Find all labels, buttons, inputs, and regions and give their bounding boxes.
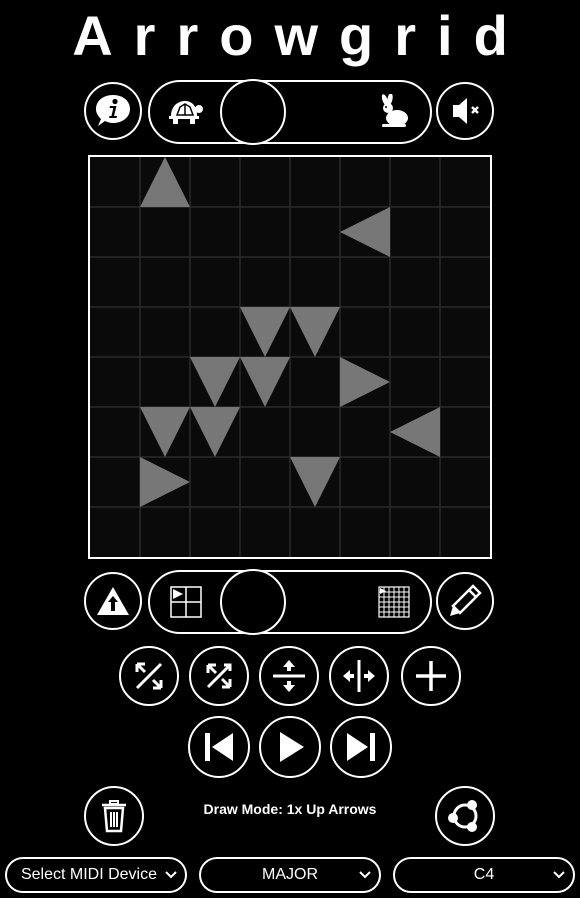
play-button[interactable] [259, 716, 321, 778]
rabbit-icon [381, 94, 408, 127]
mute-button[interactable] [436, 82, 494, 140]
small-grid-icon [170, 586, 202, 618]
scale-select-value: MAJOR [262, 866, 318, 883]
turtle-icon [169, 101, 203, 124]
large-grid-icon [378, 586, 410, 618]
play-icon [280, 732, 304, 762]
speaker-mute-icon [453, 98, 479, 124]
arrow-left[interactable] [390, 407, 440, 457]
arrow-down[interactable] [290, 307, 340, 357]
arrow-down[interactable] [140, 407, 190, 457]
flip-diagonal-icon [206, 663, 232, 689]
draw-mode-status: Draw Mode: 1x Up Arrows [203, 801, 377, 817]
delete-button[interactable] [84, 786, 144, 846]
midi-device-select[interactable]: Select MIDI Device [5, 857, 187, 893]
grid-size-slider[interactable] [148, 569, 432, 635]
plus-icon [416, 661, 446, 691]
chevron-down-icon [165, 871, 177, 879]
chevron-down-icon [359, 871, 371, 879]
arrow-type-button[interactable] [84, 572, 142, 630]
flip-horizontal-icon [343, 660, 375, 692]
app-title: Arrowgrid [72, 4, 529, 67]
root-note-select-value: C4 [473, 866, 495, 883]
share-icon [448, 800, 478, 832]
up-arrow-triangle-icon [97, 587, 129, 615]
add-button[interactable] [401, 646, 461, 706]
pencil-icon [450, 584, 482, 616]
root-note-select[interactable]: C4 [393, 857, 575, 893]
rotate-button[interactable] [119, 646, 179, 706]
arrow-down[interactable] [240, 357, 290, 407]
speed-slider[interactable] [148, 79, 432, 145]
info-button[interactable] [84, 82, 142, 140]
arrow-right[interactable] [340, 357, 390, 407]
arrow-down[interactable] [240, 307, 290, 357]
next-button[interactable] [330, 716, 392, 778]
midi-device-select-value: Select MIDI Device [20, 866, 158, 883]
flip-diagonal-button[interactable] [189, 646, 249, 706]
flip-vertical-icon [273, 660, 305, 692]
rotate-icon [135, 662, 163, 690]
arrow-right[interactable] [140, 457, 190, 507]
skip-back-icon [205, 733, 233, 761]
chevron-down-icon [553, 871, 565, 879]
draw-button[interactable] [436, 572, 494, 630]
scale-select[interactable]: MAJOR [199, 857, 381, 893]
arrow-down[interactable] [190, 407, 240, 457]
trash-icon [102, 800, 126, 833]
grid-size-slider-knob[interactable] [220, 569, 286, 635]
prev-button[interactable] [188, 716, 250, 778]
flip-vertical-button[interactable] [259, 646, 319, 706]
flip-horizontal-button[interactable] [329, 646, 389, 706]
info-icon [96, 95, 130, 126]
arrow-up[interactable] [140, 157, 190, 207]
arrow-down[interactable] [190, 357, 240, 407]
arrow-down[interactable] [290, 457, 340, 507]
speed-slider-knob[interactable] [220, 79, 286, 145]
arrow-grid[interactable] [88, 155, 492, 559]
arrow-left[interactable] [340, 207, 390, 257]
share-button[interactable] [435, 786, 495, 846]
skip-forward-icon [347, 733, 375, 761]
